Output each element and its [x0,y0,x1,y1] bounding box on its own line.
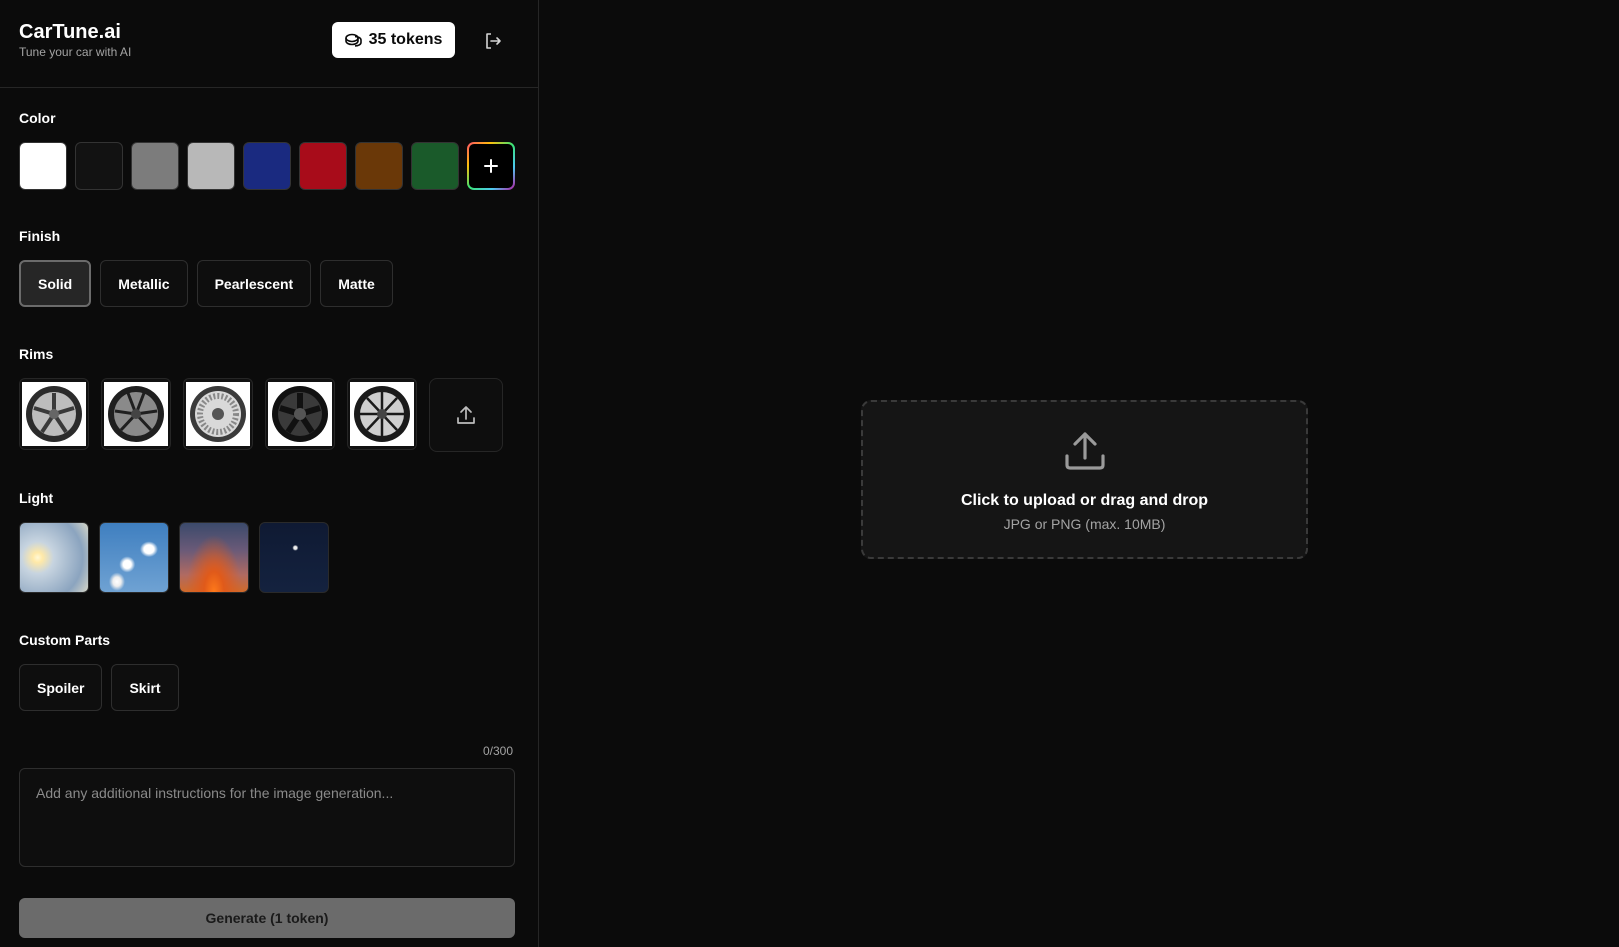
rim-option-5[interactable] [347,378,417,450]
rim-image-2 [104,382,168,446]
rim-wheel-icon [108,386,164,442]
custom-color-button[interactable] [467,142,515,190]
swatch-brown[interactable] [355,142,403,190]
color-label: Color [19,110,56,126]
upload-dropzone[interactable]: Click to upload or drag and drop JPG or … [861,400,1308,559]
swatch-green[interactable] [411,142,459,190]
swatch-gray[interactable] [131,142,179,190]
logout-icon [486,33,501,49]
swatch-black[interactable] [75,142,123,190]
logout-button[interactable] [479,27,507,55]
finish-matte[interactable]: Matte [320,260,393,307]
swatch-silver[interactable] [187,142,235,190]
light-sun[interactable] [19,522,89,593]
plus-icon [484,159,498,173]
rim-image-1 [22,382,86,446]
app: CarTune.ai Tune your car with AI 35 toke… [0,0,1619,947]
finish-label: Finish [19,228,61,244]
upload-title: Click to upload or drag and drop [960,492,1209,509]
rim-upload-button[interactable] [429,378,503,452]
custom-parts-label: Custom Parts [19,632,111,648]
rim-wheel-icon [190,386,246,442]
sidebar-header: CarTune.ai Tune your car with AI 35 toke… [0,0,538,88]
light-cloudy[interactable] [99,522,169,593]
rims-options [19,378,503,452]
character-counter: 0/300 [482,744,513,758]
finish-solid[interactable]: Solid [19,260,92,307]
light-options [19,522,329,593]
rim-option-1[interactable] [19,378,89,450]
rim-wheel-icon [26,386,82,442]
light-night[interactable] [259,522,329,593]
light-sunset[interactable] [179,522,249,593]
sidebar: CarTune.ai Tune your car with AI 35 toke… [0,0,539,947]
upload-icon [457,406,475,424]
custom-color-inner [469,144,513,188]
swatch-white[interactable] [19,142,67,190]
instructions-input[interactable] [19,768,515,867]
main-area: Click to upload or drag and drop JPG or … [539,0,1619,947]
upload-subtitle: JPG or PNG (max. 10MB) [1003,516,1166,532]
tokens-button[interactable]: 35 tokens [332,22,455,58]
color-swatches [19,142,515,190]
part-skirt[interactable]: Skirt [111,664,179,711]
upload-icon [1064,432,1105,470]
rim-image-5 [350,382,414,446]
finish-options: Solid Metallic Pearlescent Matte [19,260,393,307]
part-spoiler[interactable]: Spoiler [19,664,103,711]
swatch-blue[interactable] [243,142,291,190]
rim-wheel-icon [354,386,410,442]
coins-icon [344,33,362,47]
rim-option-4[interactable] [265,378,335,450]
finish-pearlescent[interactable]: Pearlescent [196,260,312,307]
rims-label: Rims [19,346,54,362]
swatch-red[interactable] [299,142,347,190]
rim-image-3 [186,382,250,446]
brand: CarTune.ai Tune your car with AI [19,20,131,59]
light-label: Light [19,490,54,506]
brand-subtitle: Tune your car with AI [19,45,132,59]
rim-wheel-icon [272,386,328,442]
brand-title: CarTune.ai [19,21,121,43]
tokens-label: 35 tokens [368,31,443,48]
custom-parts-options: Spoiler Skirt [19,664,179,711]
generate-button[interactable]: Generate (1 token) [19,898,515,938]
rim-option-2[interactable] [101,378,171,450]
finish-metallic[interactable]: Metallic [100,260,188,307]
rim-option-3[interactable] [183,378,253,450]
rim-image-4 [268,382,332,446]
